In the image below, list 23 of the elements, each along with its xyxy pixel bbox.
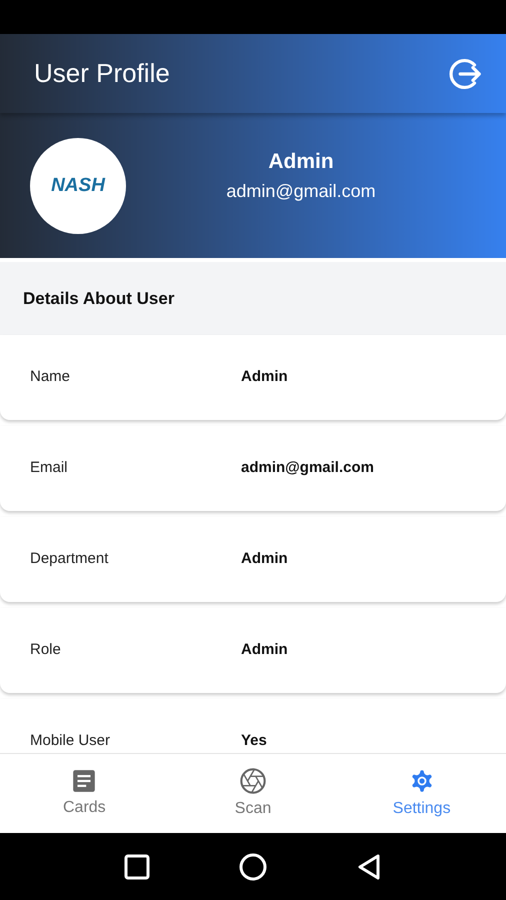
square-icon[interactable]	[124, 854, 150, 880]
nav-tab[interactable]: Settings	[337, 754, 506, 833]
nav-tab[interactable]: Cards	[0, 754, 169, 833]
detail-label: Mobile User	[30, 731, 112, 752]
detail-value: Admin	[241, 549, 288, 570]
circle-icon[interactable]	[238, 852, 267, 880]
user-name: Admin	[268, 149, 334, 176]
detail-label: Role	[30, 640, 62, 660]
detail-label: Email	[30, 458, 69, 478]
aperture-icon	[239, 766, 267, 794]
logo-text: NASH	[51, 176, 105, 195]
detail-value: Admin	[241, 367, 288, 388]
section-title: Details About User	[23, 288, 174, 310]
detail-value: Yes	[241, 731, 267, 752]
nav-tab[interactable]: Scan	[168, 754, 338, 833]
page-title: User Profile	[34, 57, 170, 90]
user-email: admin@gmail.com	[226, 180, 376, 203]
list-icon	[71, 768, 98, 794]
detail-value: Admin	[241, 640, 288, 660]
detail-value: admin@gmail.com	[241, 458, 374, 478]
triangle-icon[interactable]	[356, 852, 382, 880]
detail-label: Name	[30, 367, 72, 388]
detail-label: Department	[30, 549, 110, 570]
